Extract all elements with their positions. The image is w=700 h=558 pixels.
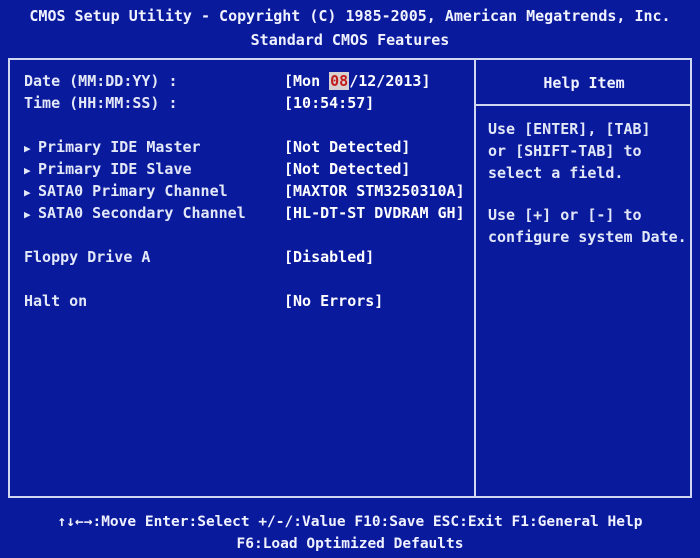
time-value[interactable]: [10:54:57] <box>284 92 374 114</box>
panel-divider <box>474 58 476 498</box>
submenu-arrow-icon: ▶ <box>24 186 31 199</box>
bios-screen: CMOS Setup Utility - Copyright (C) 1985-… <box>0 0 700 558</box>
submenu-arrow-icon: ▶ <box>24 208 31 221</box>
setting-primary-ide-master[interactable]: ▶ Primary IDE Master [Not Detected] <box>24 136 464 158</box>
setting-halt-on[interactable]: Halt on [No Errors] <box>24 290 464 312</box>
sata0-primary-label: SATA0 Primary Channel <box>38 182 228 200</box>
help-title: Help Item <box>543 74 625 92</box>
floppy-label: Floppy Drive A <box>24 248 151 266</box>
help-line: select a field. <box>488 164 624 182</box>
setting-date[interactable]: Date (MM:DD:YY) : [Mon 08/12/2013] <box>24 70 464 92</box>
footer-defaults: F6:Load Optimized Defaults <box>236 536 464 552</box>
sata0-secondary-label-group: ▶ SATA0 Secondary Channel <box>24 202 246 226</box>
setting-sata0-secondary[interactable]: ▶ SATA0 Secondary Channel [HL-DT-ST DVDRA… <box>24 202 465 226</box>
date-prefix: [Mon <box>284 72 330 90</box>
sata0-secondary-value[interactable]: [HL-DT-ST DVDRAM GH] <box>284 202 465 224</box>
sata0-secondary-label: SATA0 Secondary Channel <box>38 204 246 222</box>
date-label: Date (MM:DD:YY) : <box>24 72 178 90</box>
help-line: Use [+] or [-] to <box>488 206 642 224</box>
primary-ide-slave-label: Primary IDE Slave <box>38 160 192 178</box>
primary-ide-master-label-group: ▶ Primary IDE Master <box>24 136 201 160</box>
date-value[interactable]: [Mon 08/12/2013] <box>284 70 431 92</box>
help-header-divider <box>476 104 692 106</box>
primary-ide-slave-value[interactable]: [Not Detected] <box>284 158 410 180</box>
utility-title: CMOS Setup Utility - Copyright (C) 1985-… <box>29 7 671 25</box>
setting-floppy-drive-a[interactable]: Floppy Drive A [Disabled] <box>24 246 464 268</box>
submenu-arrow-icon: ▶ <box>24 142 31 155</box>
time-label: Time (HH:MM:SS) : <box>24 94 178 112</box>
halt-value[interactable]: [No Errors] <box>284 290 383 312</box>
sata0-primary-value[interactable]: [MAXTOR STM3250310A] <box>284 180 465 202</box>
setting-time[interactable]: Time (HH:MM:SS) : [10:54:57] <box>24 92 464 114</box>
setting-primary-ide-slave[interactable]: ▶ Primary IDE Slave [Not Detected] <box>24 158 464 180</box>
primary-ide-master-value[interactable]: [Not Detected] <box>284 136 410 158</box>
primary-ide-slave-label-group: ▶ Primary IDE Slave <box>24 158 192 182</box>
halt-label: Halt on <box>24 292 88 310</box>
help-line: or [SHIFT-TAB] to <box>488 142 642 160</box>
sata0-primary-label-group: ▶ SATA0 Primary Channel <box>24 180 228 204</box>
date-month-field[interactable]: 08 <box>329 72 350 90</box>
help-line: Use [ENTER], [TAB] <box>488 120 651 138</box>
date-suffix: /12/2013] <box>349 72 431 90</box>
submenu-arrow-icon: ▶ <box>24 164 31 177</box>
footer-keys: ↑↓←→:Move Enter:Select +/-/:Value F10:Sa… <box>57 514 643 530</box>
setting-sata0-primary[interactable]: ▶ SATA0 Primary Channel [MAXTOR STM325031… <box>24 180 465 204</box>
primary-ide-master-label: Primary IDE Master <box>38 138 201 156</box>
page-title: Standard CMOS Features <box>250 31 450 49</box>
help-line: configure system Date. <box>488 228 687 246</box>
floppy-value[interactable]: [Disabled] <box>284 246 374 268</box>
